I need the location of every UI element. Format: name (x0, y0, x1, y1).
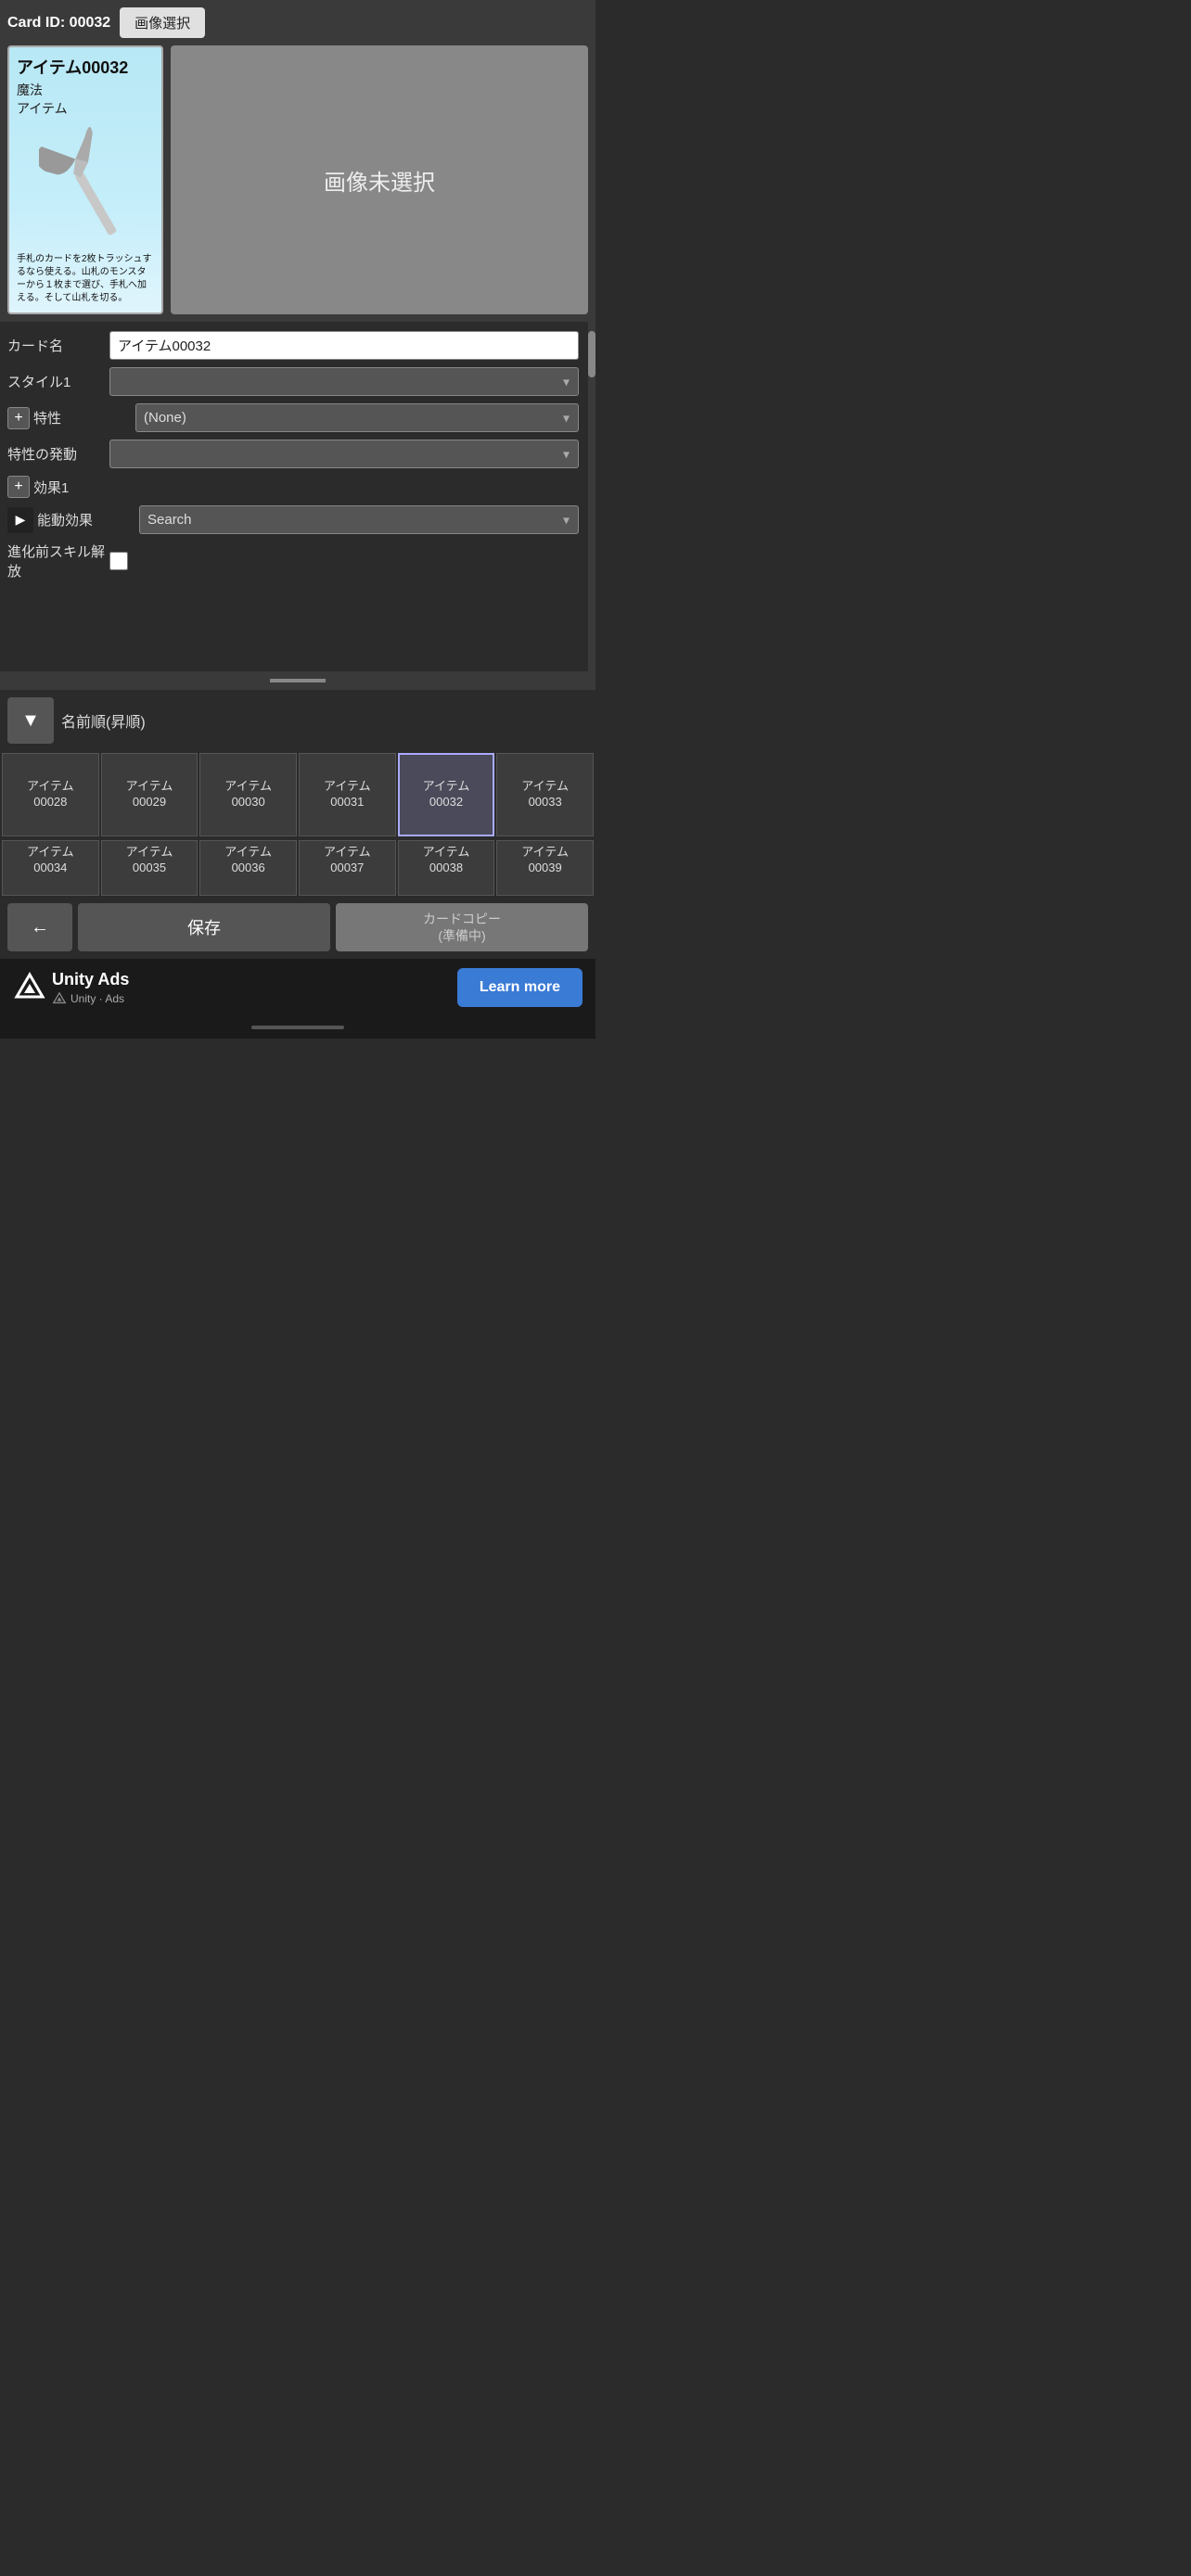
card-name-row: カード名 (7, 331, 579, 360)
trait-select-wrapper: (None) (135, 403, 579, 432)
grid-card-00032[interactable]: アイテム00032 (398, 753, 495, 836)
grid-card-00034[interactable]: アイテム00034 (2, 840, 99, 896)
card-name-input[interactable] (109, 331, 579, 360)
trait-trigger-select[interactable] (109, 440, 579, 468)
grid-card-00038[interactable]: アイテム00038 (398, 840, 495, 896)
play-button[interactable]: ▶ (7, 507, 33, 533)
trait-trigger-select-wrapper (109, 440, 579, 468)
style1-row: スタイル1 (7, 367, 579, 396)
form-spacer (7, 588, 579, 662)
unity-small-logo: Unity · Ads (52, 991, 129, 1006)
grid-card-00030[interactable]: アイテム00030 (199, 753, 297, 836)
unity-ads-small-label: Unity · Ads (70, 992, 124, 1005)
sort-label: 名前順(昇順) (61, 709, 146, 732)
right-scrollbar (588, 322, 596, 671)
learn-more-button[interactable]: Learn more (457, 968, 583, 1007)
effect1-label: 効果1 (33, 478, 135, 497)
trait-label: 特性 (33, 408, 135, 427)
card-title: アイテム00032 (17, 55, 154, 79)
grid-card-00033[interactable]: アイテム00033 (496, 753, 594, 836)
grid-card-00036[interactable]: アイテム00036 (199, 840, 297, 896)
pre-skill-row: 進化前スキル解放 (7, 542, 579, 580)
grid-card-00029[interactable]: アイテム00029 (101, 753, 198, 836)
active-effect-label: 能動効果 (37, 510, 139, 529)
grid-card-00037[interactable]: アイテム00037 (299, 840, 396, 896)
card-description: 手札のカードを2枚トラッシュするなら使える。山札のモンスターから１枚まで選び、手… (17, 253, 154, 305)
no-image-area: 画像未選択 (171, 45, 588, 314)
sort-button[interactable]: ▼ (7, 697, 54, 744)
card-grid-row2: アイテム00034 アイテム00035 アイテム00036 アイテム00037 … (0, 838, 596, 896)
drag-handle-lines (270, 679, 326, 682)
effect1-plus-button[interactable]: + (7, 476, 30, 498)
pre-skill-label: 進化前スキル解放 (7, 542, 109, 580)
grid-card-00039[interactable]: アイテム00039 (496, 840, 594, 896)
grid-card-00028[interactable]: アイテム00028 (2, 753, 99, 836)
trait-trigger-label: 特性の発動 (7, 444, 109, 464)
active-effect-row: ▶ 能動効果 Search (7, 505, 579, 534)
card-id-label: Card ID: 00032 (7, 15, 110, 32)
copy-button[interactable]: カードコピー (準備中) (336, 903, 588, 951)
card-preview: アイテム00032 魔法 アイテム 手札のカードを2枚トラッシュするなら使える。… (7, 45, 163, 314)
top-section: Card ID: 00032 画像選択 アイテム00032 魔法 アイテム (0, 0, 596, 322)
ad-text-column: Unity Ads Unity · Ads (52, 970, 129, 1006)
home-indicator (0, 1016, 596, 1039)
card-grid-container: アイテム00028 アイテム00029 アイテム00030 アイテム00031 … (0, 751, 596, 896)
ad-banner: Unity Ads Unity · Ads Learn more (0, 959, 596, 1016)
card-name-label: カード名 (7, 336, 109, 355)
unity-logo-icon (13, 971, 46, 1004)
effect1-row: + 効果1 (7, 476, 579, 498)
active-effect-select[interactable]: Search (139, 505, 579, 534)
scrollbar-thumb (588, 331, 596, 377)
card-image-area (17, 121, 154, 249)
trait-plus-button[interactable]: + (7, 407, 30, 429)
style1-select[interactable] (109, 367, 579, 396)
drag-handle[interactable] (0, 671, 596, 690)
active-effect-select-wrapper: Search (139, 505, 579, 534)
unity-small-icon (52, 991, 67, 1006)
pre-skill-checkbox[interactable] (109, 552, 128, 570)
unity-ads-label: Unity Ads (52, 970, 129, 989)
bottom-buttons: ← 保存 カードコピー (準備中) (0, 896, 596, 959)
ad-left: Unity Ads Unity · Ads (13, 970, 129, 1006)
form-area-wrapper: カード名 スタイル1 + 特性 (None) 特性の発動 (0, 322, 596, 671)
save-button[interactable]: 保存 (78, 903, 330, 951)
trait-row: + 特性 (None) (7, 403, 579, 432)
card-type2: アイテム (17, 99, 154, 118)
no-image-text: 画像未選択 (324, 164, 435, 197)
style1-select-wrapper (109, 367, 579, 396)
trait-select[interactable]: (None) (135, 403, 579, 432)
card-type1: 魔法 (17, 81, 154, 99)
trait-trigger-row: 特性の発動 (7, 440, 579, 468)
image-select-button[interactable]: 画像選択 (120, 7, 205, 38)
home-bar (251, 1026, 344, 1029)
pickaxe-icon (39, 125, 132, 246)
grid-card-00031[interactable]: アイテム00031 (299, 753, 396, 836)
style1-label: スタイル1 (7, 372, 109, 391)
back-button[interactable]: ← (7, 903, 72, 951)
card-header: Card ID: 00032 画像選択 (7, 7, 588, 38)
sort-section: ▼ 名前順(昇順) (0, 690, 596, 751)
card-grid-row1: アイテム00028 アイテム00029 アイテム00030 アイテム00031 … (0, 751, 596, 838)
grid-card-00035[interactable]: アイテム00035 (101, 840, 198, 896)
form-section: カード名 スタイル1 + 特性 (None) 特性の発動 (0, 322, 596, 671)
card-preview-area: アイテム00032 魔法 アイテム 手札のカードを2枚トラッシュするなら使える。… (7, 45, 588, 314)
